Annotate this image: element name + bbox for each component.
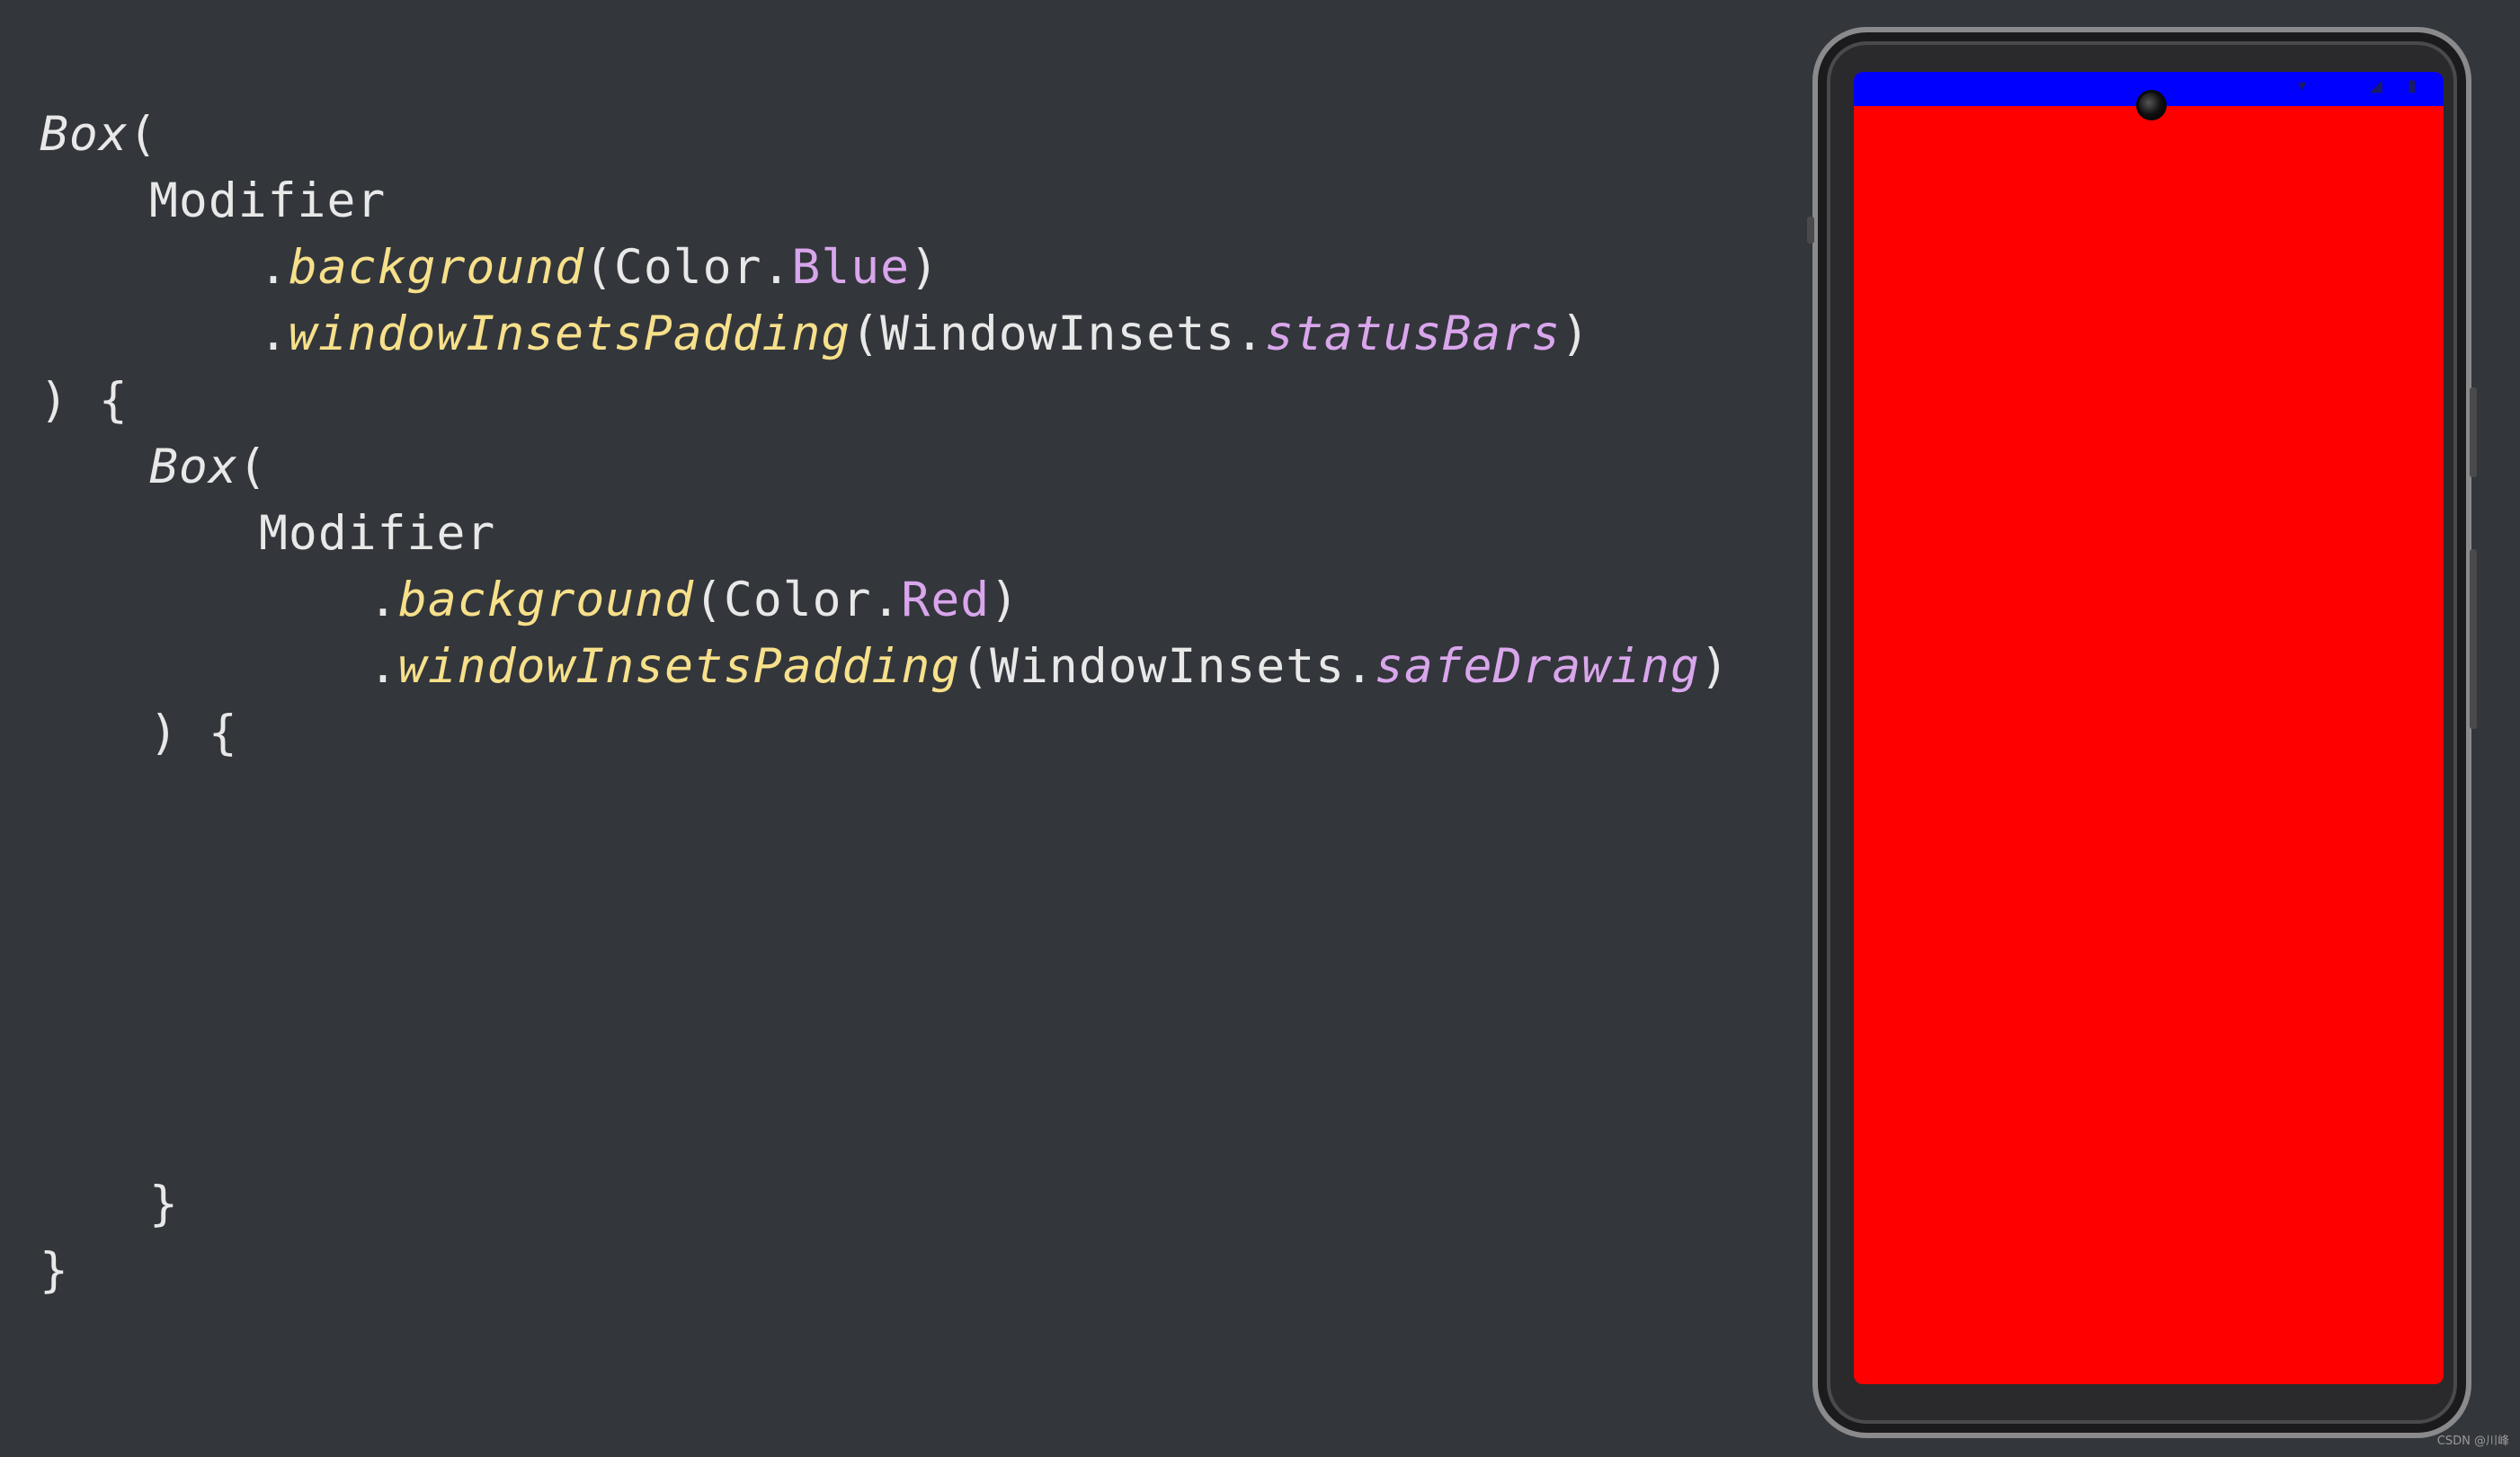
wifi-icon: ▾ — [2298, 76, 2307, 95]
code-line-2: Modifier — [149, 167, 386, 235]
watermark: CSDN @川峰 — [2436, 1435, 2509, 1448]
slide-stage: Box( Modifier .background(Color.Blue) .w… — [0, 0, 2520, 1457]
open-paren: ( — [694, 573, 724, 627]
color-value: Red — [901, 573, 991, 627]
code-line-12: } — [40, 1237, 69, 1305]
code-line-9: .windowInsetsPadding(WindowInsets.safeDr… — [369, 633, 1730, 701]
signal-icon: ◢ — [2370, 76, 2382, 95]
dot: . — [1235, 307, 1265, 361]
dot: . — [871, 573, 902, 627]
modifier-keyword: Modifier — [259, 506, 496, 561]
phone-screen[interactable]: ▾ ◢ ▮ — [1854, 72, 2444, 1384]
phone-device: ▾ ◢ ▮ — [1807, 27, 2477, 1438]
code-line-11: } — [149, 1170, 179, 1239]
background-function: background — [397, 573, 695, 627]
front-camera-icon — [2136, 90, 2167, 120]
close-brace-open: ) { — [149, 706, 238, 760]
battery-icon: ▮ — [2408, 76, 2417, 95]
code-line-10: ) { — [149, 699, 238, 768]
code-line-4: .windowInsetsPadding(WindowInsets.status… — [259, 300, 1590, 369]
close-brace: } — [149, 1177, 179, 1231]
window-insets-padding-function: windowInsetsPadding — [397, 639, 961, 694]
open-paren: ( — [237, 440, 268, 494]
dot: . — [1345, 639, 1375, 694]
code-block: Box( Modifier .background(Color.Blue) .w… — [40, 101, 1748, 1341]
modifier-keyword: Modifier — [149, 173, 387, 228]
color-class: Color — [613, 240, 762, 295]
code-line-6: Box( — [149, 433, 268, 502]
code-line-8: .background(Color.Red) — [369, 566, 1020, 635]
insets-value: safeDrawing — [1374, 639, 1700, 694]
volume-button — [2470, 549, 2477, 729]
side-button — [1807, 217, 1814, 244]
close-paren: ) — [910, 240, 939, 295]
background-function: background — [288, 240, 585, 295]
code-line-3: .background(Color.Blue) — [259, 234, 939, 302]
window-insets-padding-function: windowInsetsPadding — [288, 307, 851, 361]
power-button — [2470, 387, 2477, 477]
dot: . — [259, 307, 289, 361]
box-keyword: Box — [40, 107, 129, 162]
insets-value: statusBars — [1264, 307, 1562, 361]
color-class: Color — [723, 573, 872, 627]
code-line-5: ) { — [40, 367, 129, 435]
code-line-1: Box( — [40, 101, 158, 169]
close-paren: ) — [990, 573, 1020, 627]
dot: . — [369, 573, 398, 627]
open-paren: ( — [584, 240, 614, 295]
box-keyword: Box — [149, 440, 238, 494]
close-paren: ) — [1699, 639, 1730, 694]
dot: . — [259, 240, 289, 295]
dot: . — [369, 639, 398, 694]
window-insets-class: WindowInsets — [880, 307, 1236, 361]
open-paren: ( — [128, 107, 158, 162]
close-paren: ) — [1561, 307, 1590, 361]
code-line-7: Modifier — [259, 500, 495, 568]
window-insets-class: WindowInsets — [990, 639, 1346, 694]
color-value: Blue — [791, 240, 911, 295]
close-brace-open: ) { — [40, 373, 129, 428]
open-paren: ( — [960, 639, 991, 694]
close-brace: } — [40, 1243, 69, 1298]
open-paren: ( — [850, 307, 881, 361]
dot: . — [761, 240, 792, 295]
